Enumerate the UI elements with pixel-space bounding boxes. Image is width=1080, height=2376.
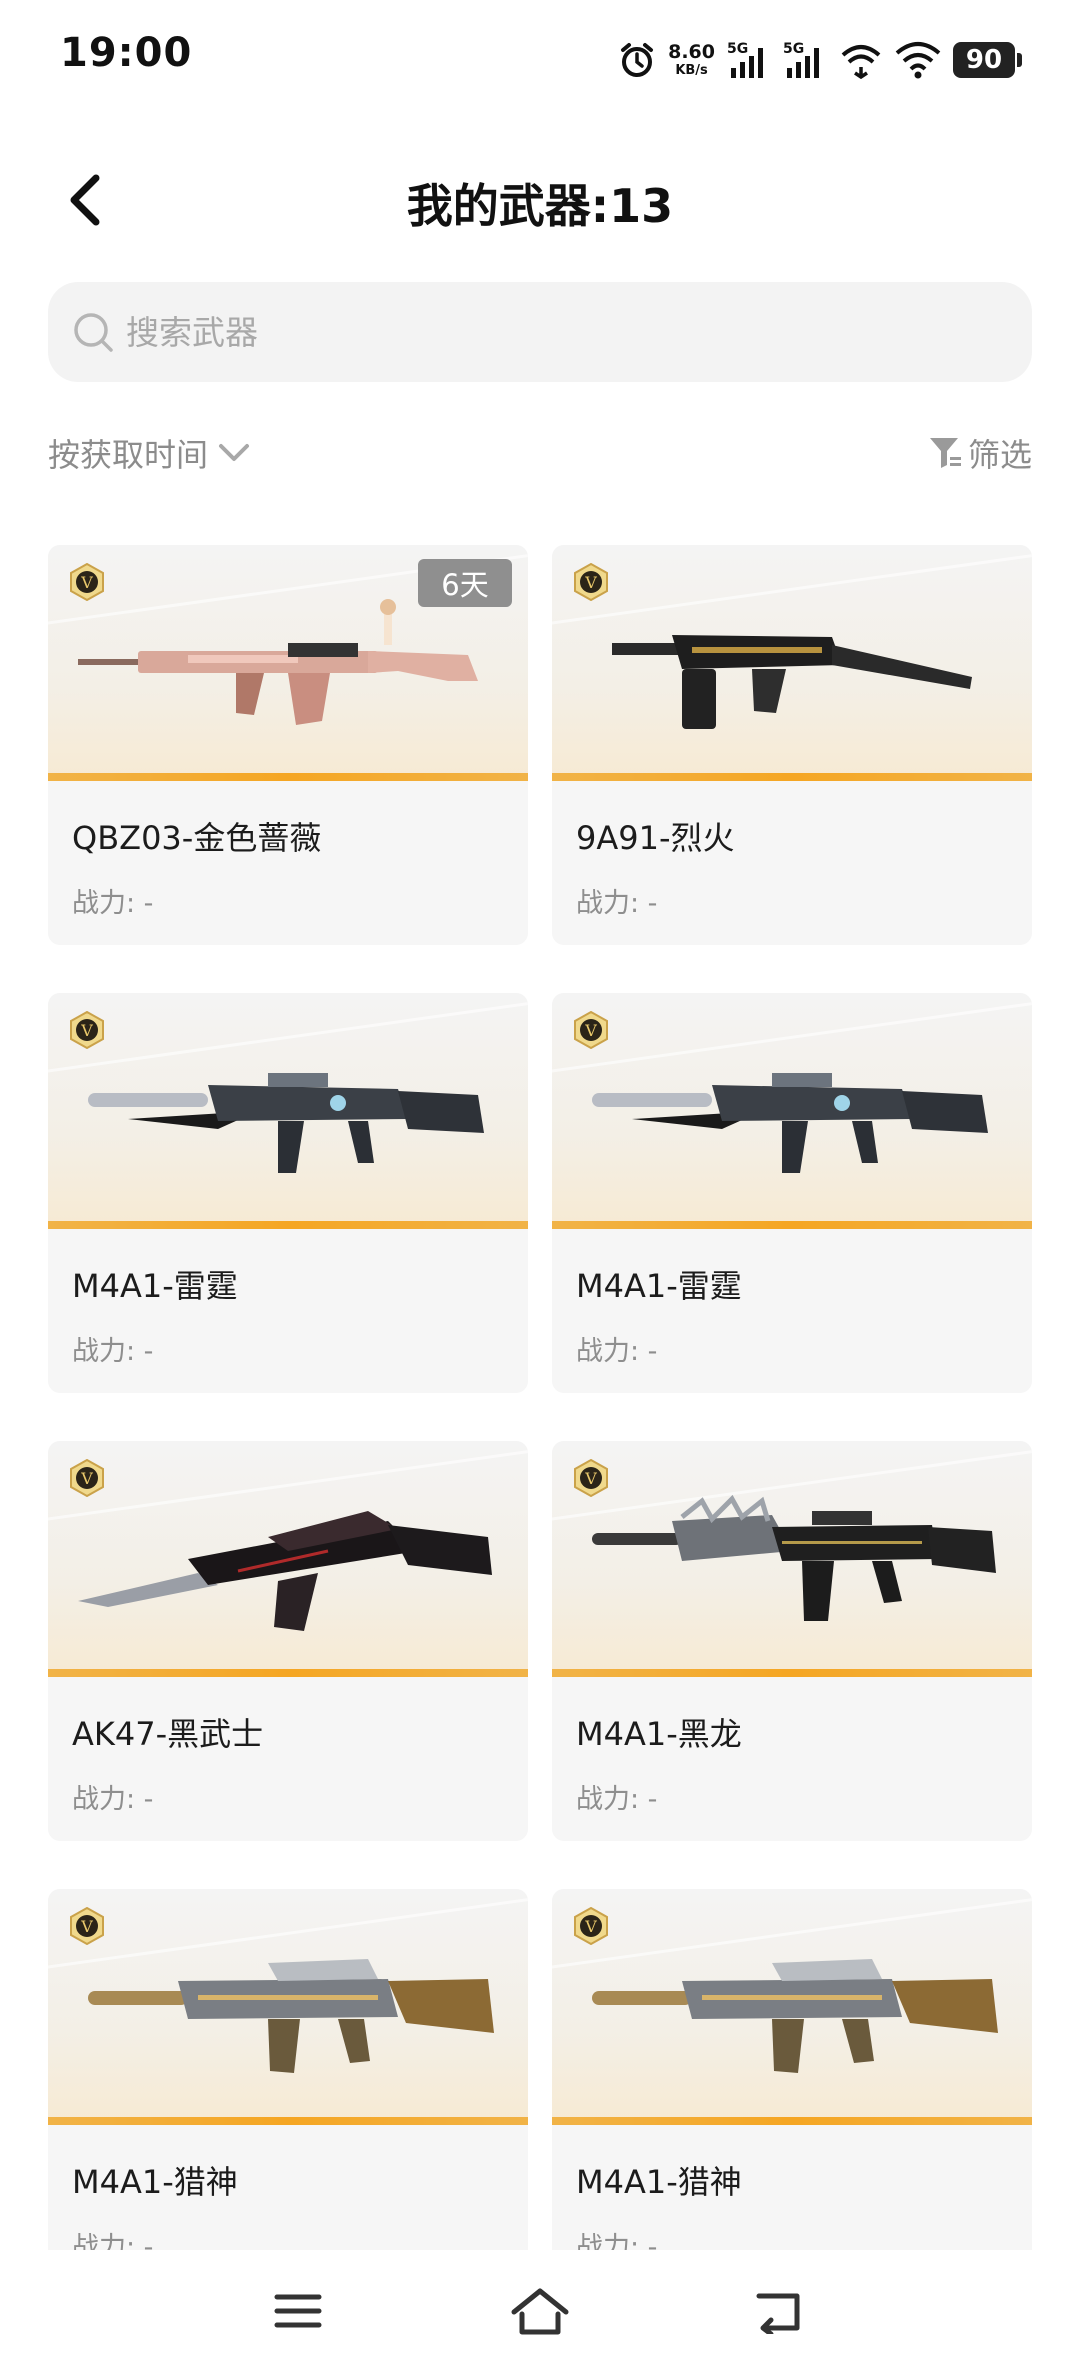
search-icon [70, 309, 116, 355]
alarm-icon [618, 41, 656, 79]
rifle-icon [78, 599, 478, 725]
weapon-card[interactable]: V M4A1-黑龙 战力: - [552, 1441, 1032, 1841]
weapon-power: 战力: - [576, 2232, 658, 2250]
battery-level: 90 [953, 42, 1015, 78]
weapon-name: AK47-黑武士 [72, 1715, 264, 1753]
rifle-icon [592, 1494, 996, 1621]
rifle-icon [78, 1511, 492, 1631]
system-nav-bar [0, 2250, 1080, 2376]
battery-icon: 90 [953, 42, 1022, 78]
weapon-card[interactable]: V M4A1-雷霆 战力: - [48, 993, 528, 1393]
weapon-power: 战力: - [576, 1336, 658, 1367]
smg-icon [612, 635, 972, 729]
filter-button[interactable]: 筛选 [928, 430, 1032, 476]
weapon-image: V [552, 1889, 1032, 2125]
sort-filter-bar: 按获取时间 筛选 [48, 430, 1032, 486]
home-icon [511, 2288, 569, 2335]
weapon-power: 战力: - [72, 1784, 154, 1815]
signal-icon: 5G [783, 40, 827, 80]
weapon-power: 战力: - [72, 2232, 154, 2250]
weapon-image: V 6天 [48, 545, 528, 781]
wifi-icon [895, 41, 941, 79]
weapon-image: V [48, 1889, 528, 2125]
weapon-card[interactable]: V 6天 QBZ03-金色蔷薇 战力: - [48, 545, 528, 945]
status-icons: 8.60 KB/s 5G 5G 90 [618, 32, 1022, 88]
status-time: 19:00 [60, 30, 193, 76]
menu-button[interactable] [258, 2276, 338, 2346]
weapon-image: V [48, 1441, 528, 1677]
svg-text:5G: 5G [783, 41, 804, 57]
weapon-name: M4A1-黑龙 [576, 1715, 742, 1753]
sort-dropdown[interactable]: 按获取时间 [48, 430, 250, 476]
page-title: 我的武器:13 [406, 179, 674, 233]
weapon-power: 战力: - [576, 1784, 658, 1815]
weapon-name: QBZ03-金色蔷薇 [72, 819, 322, 857]
weapon-image: V [552, 1441, 1032, 1677]
filter-icon [928, 435, 962, 471]
back-icon [756, 2293, 800, 2334]
filter-label: 筛选 [967, 436, 1032, 474]
weapon-card[interactable]: V 9A91-烈火 战力: - [552, 545, 1032, 945]
weapon-power: 战力: - [72, 888, 154, 919]
weapon-name: 9A91-烈火 [576, 819, 735, 857]
search-input[interactable] [126, 312, 926, 352]
weapon-image: V [48, 993, 528, 1229]
weapon-image: V [552, 993, 1032, 1229]
weapon-card[interactable]: V M4A1-雷霆 战力: - [552, 993, 1032, 1393]
rifle-icon [592, 1959, 998, 2073]
menu-icon [274, 2294, 322, 2328]
hotspot-icon [839, 41, 883, 79]
rifle-icon [88, 1959, 494, 2073]
sort-label: 按获取时间 [48, 436, 209, 474]
page-header: 我的武器:13 [0, 150, 1080, 250]
search-bar[interactable] [48, 282, 1032, 382]
weapon-power: 战力: - [72, 1336, 154, 1367]
back-nav-button[interactable] [740, 2276, 820, 2346]
weapon-grid: V 6天 QBZ03-金色蔷薇 战力: - V 9A91-烈火 战力: - V … [48, 545, 1032, 2250]
chevron-down-icon [218, 442, 250, 464]
weapon-name: M4A1-雷霆 [72, 1267, 238, 1305]
weapon-card[interactable]: V M4A1-猎神 战力: - [552, 1889, 1032, 2250]
weapon-name: M4A1-雷霆 [576, 1267, 742, 1305]
weapon-name: M4A1-猎神 [72, 2163, 238, 2201]
home-button[interactable] [500, 2276, 580, 2346]
weapon-card[interactable]: V M4A1-猎神 战力: - [48, 1889, 528, 2250]
signal-icon: 5G [727, 40, 771, 80]
rifle-icon [592, 1073, 988, 1173]
weapon-card[interactable]: V AK47-黑武士 战力: - [48, 1441, 528, 1841]
net-speed: 8.60 KB/s [668, 41, 715, 78]
weapon-name: M4A1-猎神 [576, 2163, 742, 2201]
rifle-icon [88, 1073, 484, 1173]
weapon-image: V [552, 545, 1032, 781]
status-bar: 19:00 8.60 KB/s 5G 5G 90 [0, 0, 1080, 120]
svg-text:5G: 5G [727, 41, 748, 57]
weapon-power: 战力: - [576, 888, 658, 919]
